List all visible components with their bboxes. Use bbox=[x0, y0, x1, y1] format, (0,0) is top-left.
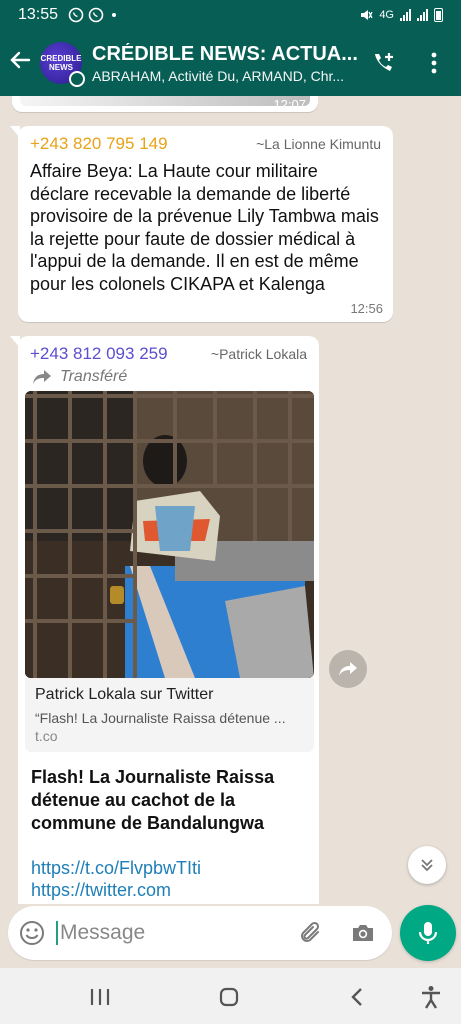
camera-button[interactable] bbox=[350, 920, 376, 951]
message-bubble[interactable]: +243 812 093 259 ~Patrick Lokala Transfé… bbox=[10, 336, 319, 904]
notification-icons bbox=[68, 7, 117, 23]
message-links: https://t.co/FlvpbwTIti https://twitter.… bbox=[31, 857, 311, 901]
home-icon bbox=[219, 987, 239, 1007]
chat-members: ABRAHAM, Activité Du, ARMAND, Chr... bbox=[92, 67, 345, 84]
status-time: 13:55 bbox=[18, 6, 59, 23]
message-link[interactable]: https://t.co/FlvpbwTIti bbox=[31, 857, 311, 879]
shared-photo[interactable] bbox=[25, 391, 314, 678]
more-options-button[interactable] bbox=[421, 50, 447, 76]
emoji-icon bbox=[20, 921, 44, 945]
voice-record-button[interactable] bbox=[400, 905, 456, 961]
chat-area[interactable]: 12:07 +243 820 795 149 ~La Lionne Kimunt… bbox=[0, 96, 461, 904]
message-text: Flash! La Journaliste Raissa détenue au … bbox=[31, 767, 275, 833]
message-body: Flash! La Journaliste Raissa détenue au … bbox=[31, 766, 311, 901]
link-preview-domain: t.co bbox=[35, 728, 58, 744]
forwarded-indicator: Transféré bbox=[24, 364, 313, 386]
chat-title: CRÉDIBLE NEWS: ACTUA... bbox=[92, 42, 358, 65]
group-avatar[interactable]: CREDIBLE NEWS bbox=[40, 42, 85, 87]
battery-icon bbox=[434, 8, 443, 22]
scroll-to-bottom-button[interactable] bbox=[408, 846, 446, 884]
chat-info[interactable]: CRÉDIBLE NEWS: ACTUA... ABRAHAM, Activit… bbox=[92, 43, 362, 84]
avatar-logo-text: CREDIBLE NEWS bbox=[40, 54, 82, 72]
back-nav-button[interactable] bbox=[344, 984, 372, 1010]
community-badge-icon bbox=[69, 71, 85, 87]
photo-illustration bbox=[25, 391, 314, 678]
back-chevron-icon bbox=[351, 988, 362, 1006]
double-chevron-down-icon bbox=[421, 859, 433, 872]
recents-button[interactable] bbox=[86, 984, 114, 1010]
previous-message[interactable]: 12:07 bbox=[12, 96, 318, 112]
sender-phone[interactable]: +243 812 093 259 bbox=[30, 344, 168, 364]
link-preview-title: Patrick Lokala sur Twitter bbox=[35, 686, 214, 703]
message-text: Affaire Beya: La Haute cour militaire dé… bbox=[30, 161, 379, 294]
message-time: 12:56 bbox=[350, 301, 383, 316]
accessibility-icon bbox=[422, 986, 440, 1009]
add-call-icon bbox=[375, 53, 393, 71]
network-type: 4G bbox=[379, 9, 394, 21]
forward-message-button[interactable] bbox=[329, 650, 367, 688]
accessibility-button[interactable] bbox=[417, 984, 445, 1010]
add-call-button[interactable] bbox=[370, 50, 396, 76]
whatsapp-icon bbox=[68, 7, 84, 23]
message-composer bbox=[8, 906, 392, 960]
forward-arrow-icon bbox=[33, 370, 51, 384]
system-status: 4G bbox=[359, 8, 443, 22]
emoji-button[interactable] bbox=[8, 920, 56, 946]
status-bar: 13:55 4G bbox=[0, 0, 461, 30]
message-link[interactable]: https://twitter.com bbox=[31, 879, 311, 901]
recents-icon bbox=[90, 989, 110, 1005]
paperclip-icon bbox=[301, 921, 320, 942]
mute-icon bbox=[361, 10, 373, 20]
link-preview-description: “Flash! La Journaliste Raissa détenue ..… bbox=[35, 710, 286, 726]
system-navigation-bar bbox=[0, 968, 461, 1024]
chat-header: CREDIBLE NEWS CRÉDIBLE NEWS: ACTUA... AB… bbox=[0, 30, 461, 96]
sender-alias: ~Patrick Lokala bbox=[210, 346, 307, 362]
home-button[interactable] bbox=[215, 984, 243, 1010]
sender-alias: ~La Lionne Kimuntu bbox=[256, 136, 381, 152]
signal-icon bbox=[400, 9, 411, 21]
signal-icon bbox=[417, 9, 428, 21]
message-time: 12:07 bbox=[273, 97, 306, 112]
link-preview[interactable]: Patrick Lokala sur Twitter “Flash! La Jo… bbox=[25, 678, 314, 752]
share-arrow-icon bbox=[339, 662, 357, 676]
sender-row: +243 812 093 259 ~Patrick Lokala bbox=[24, 342, 313, 364]
whatsapp-icon bbox=[88, 7, 104, 23]
back-button[interactable] bbox=[0, 49, 40, 78]
attach-button[interactable] bbox=[298, 920, 324, 951]
camera-icon bbox=[353, 925, 373, 941]
microphone-icon bbox=[418, 922, 438, 944]
sender-phone[interactable]: +243 820 795 149 bbox=[30, 134, 168, 154]
message-input[interactable] bbox=[56, 921, 286, 945]
message-bubble[interactable]: +243 820 795 149 ~La Lionne Kimuntu Affa… bbox=[10, 126, 393, 322]
forwarded-label: Transféré bbox=[60, 368, 128, 385]
more-vert-icon bbox=[431, 52, 437, 74]
arrow-left-icon bbox=[10, 51, 31, 68]
previous-message-image bbox=[20, 96, 310, 106]
dot-icon bbox=[112, 13, 117, 17]
sender-row: +243 820 795 149 ~La Lionne Kimuntu bbox=[30, 134, 381, 154]
